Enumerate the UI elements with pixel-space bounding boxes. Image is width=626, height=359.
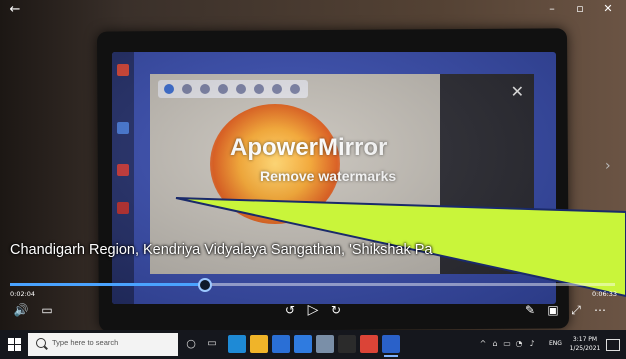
network-icon[interactable]: ⌂ xyxy=(490,339,500,349)
notification-center-icon[interactable] xyxy=(606,339,620,351)
taskbar: Type here to search ○ ▭ ^ ⌂ ▭ ◔ ♪ ENG 3:… xyxy=(0,330,626,359)
photos-icon[interactable] xyxy=(316,335,334,353)
taskbar-clock[interactable]: 3:17 PM 1/25/2021 xyxy=(568,335,602,353)
store-icon[interactable] xyxy=(272,335,290,353)
pointer-annotation xyxy=(175,197,626,298)
play-button[interactable]: ▷ xyxy=(303,301,323,319)
clock-date: 1/25/2021 xyxy=(569,345,601,352)
seek-handle[interactable] xyxy=(197,278,212,292)
minimize-button[interactable]: – xyxy=(538,0,566,18)
mini-view-button[interactable]: ▣ xyxy=(543,301,563,319)
chrome-icon[interactable] xyxy=(360,335,378,353)
next-video-button[interactable]: › xyxy=(605,158,611,174)
more-options-button[interactable]: ⋯ xyxy=(590,301,610,319)
movies-tv-icon[interactable] xyxy=(382,335,400,357)
elapsed-time: 0:02:04 xyxy=(10,290,36,298)
volume-tray-icon[interactable]: ♪ xyxy=(527,339,537,349)
camera-icon[interactable] xyxy=(338,335,356,353)
subtitles-button[interactable]: ▭ xyxy=(36,301,58,319)
show-hidden-icons[interactable]: ^ xyxy=(478,339,488,349)
edit-button[interactable]: ✎ xyxy=(520,301,540,319)
search-icon xyxy=(36,338,46,348)
video-frame[interactable]: ApowerMirror Remove watermarks ✕ xyxy=(0,0,626,330)
maximize-button[interactable]: ▫ xyxy=(566,0,594,18)
subtitle-caption: Chandigarh Region, Kendriya Vidyalaya Sa… xyxy=(10,242,433,258)
rewind-button[interactable]: ↺ xyxy=(280,301,300,319)
battery-icon[interactable]: ▭ xyxy=(502,339,512,349)
file-explorer-icon[interactable] xyxy=(250,335,268,353)
volume-button[interactable]: 🔊 xyxy=(10,301,32,319)
cortana-icon[interactable]: ○ xyxy=(184,338,198,349)
language-indicator[interactable]: ENG xyxy=(549,340,562,347)
seek-progress xyxy=(10,283,204,286)
taskbar-search-box[interactable]: Type here to search xyxy=(28,333,178,356)
mail-icon[interactable] xyxy=(294,335,312,353)
edge-icon[interactable] xyxy=(228,335,246,353)
forward-button[interactable]: ↻ xyxy=(326,301,346,319)
fullscreen-button[interactable]: ⤢ xyxy=(566,301,586,319)
wifi-icon[interactable]: ◔ xyxy=(514,339,524,349)
search-placeholder: Type here to search xyxy=(52,338,119,347)
clock-time: 3:17 PM xyxy=(572,336,598,343)
task-view-icon[interactable]: ▭ xyxy=(205,339,219,349)
start-button[interactable] xyxy=(8,338,22,352)
back-button[interactable]: ← xyxy=(6,2,24,18)
total-time: 0:06:33 xyxy=(592,290,618,298)
seek-bar[interactable] xyxy=(10,278,615,292)
close-window-button[interactable]: ✕ xyxy=(594,0,622,18)
